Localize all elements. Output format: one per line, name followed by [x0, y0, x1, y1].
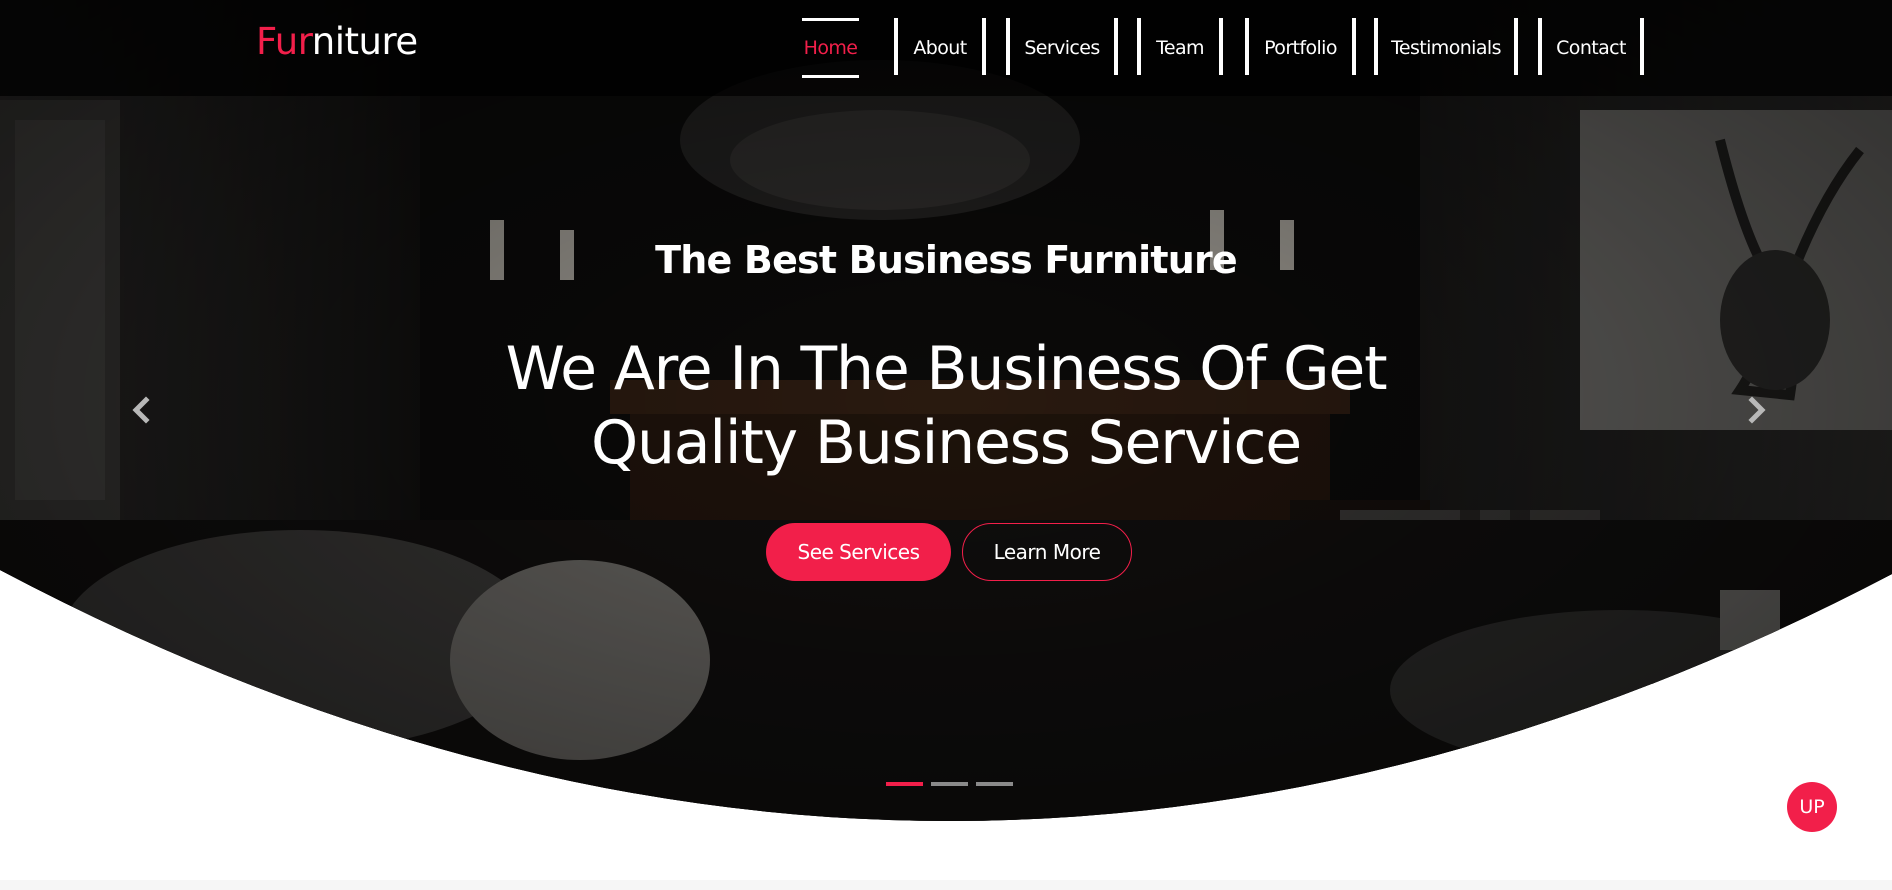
hero-headline-line-1: We Are In The Business Of Get — [505, 334, 1388, 404]
nav-item-portfolio[interactable]: Portfolio — [1245, 18, 1356, 78]
nav-item-label: Team — [1156, 37, 1204, 59]
nav-item-testimonials[interactable]: Testimonials — [1374, 18, 1518, 78]
nav-item-label: Testimonials — [1391, 37, 1501, 59]
nav-item-home[interactable]: Home — [802, 18, 859, 78]
nav-item-label: Home — [803, 37, 858, 59]
nav-item-label: About — [913, 37, 967, 59]
nav-item-contact[interactable]: Contact — [1538, 18, 1644, 78]
chevron-left-icon[interactable] — [128, 396, 156, 424]
hero-headline-line-2: Quality Business Service — [590, 408, 1302, 478]
learn-more-button[interactable]: Learn More — [962, 523, 1132, 581]
hero-headline: We Are In The Business Of Get Quality Bu… — [396, 332, 1496, 480]
nav-item-label: Portfolio — [1264, 37, 1337, 59]
scroll-to-top-button[interactable]: UP — [1787, 782, 1837, 832]
navbar: Furniture Home About Services Team Portf… — [0, 0, 1892, 96]
hero-subtitle: The Best Business Furniture — [655, 238, 1238, 282]
nav-item-label: Contact — [1556, 37, 1626, 59]
nav-item-services[interactable]: Services — [1006, 18, 1118, 78]
main-nav: Home About Services Team Portfolio Testi… — [0, 18, 1892, 78]
chevron-right-icon[interactable] — [1742, 396, 1770, 424]
carousel-indicator[interactable] — [886, 782, 923, 786]
nav-item-label: Services — [1024, 37, 1100, 59]
carousel-indicator[interactable] — [976, 782, 1013, 786]
carousel-indicator[interactable] — [931, 782, 968, 786]
next-section-edge — [0, 880, 1892, 890]
see-services-button[interactable]: See Services — [766, 523, 951, 581]
nav-item-team[interactable]: Team — [1137, 18, 1223, 78]
hero-slider: Furniture Home About Services Team Portf… — [0, 0, 1892, 890]
nav-item-about[interactable]: About — [894, 18, 986, 78]
